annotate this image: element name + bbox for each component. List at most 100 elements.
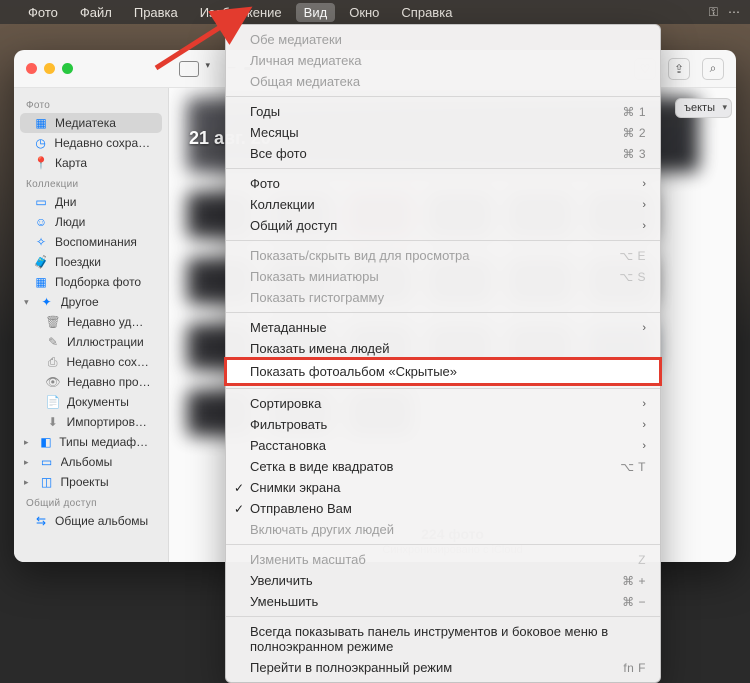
menu-item[interactable]: Расстановка › — [226, 435, 660, 456]
shared-icon: ⇆ — [34, 514, 48, 528]
menu-separator — [226, 616, 660, 617]
sidebar-section-shared: Общий доступ — [14, 492, 168, 511]
aspect-button[interactable] — [179, 61, 199, 77]
sidebar-item-map[interactable]: 📍Карта — [20, 153, 162, 173]
view-menu-dropdown: Обе медиатекиЛичная медиатекаОбщая медиа… — [225, 24, 661, 683]
menu-item-label: Показать/скрыть вид для просмотра — [250, 248, 469, 263]
menu-item-label: Все фото — [250, 146, 307, 161]
menu-view[interactable]: Вид — [296, 3, 336, 22]
memories-icon: ✧ — [34, 235, 48, 249]
sidebar-item-recently-saved2[interactable]: ⎙Недавно сохр… — [20, 352, 162, 372]
menu-shortcut: ⌥ T — [620, 460, 646, 474]
chevron-right-icon: › — [642, 419, 646, 431]
menu-item[interactable]: Годы⌘ 1 — [226, 101, 660, 122]
menu-item-label: Фото — [250, 176, 280, 191]
suitcase-icon: 🧳 — [34, 255, 48, 269]
library-icon: ▦ — [34, 116, 48, 130]
menu-separator — [226, 168, 660, 169]
share-button[interactable]: ⇪ — [668, 58, 690, 80]
menu-item[interactable]: Всегда показывать панель инструментов и … — [226, 621, 660, 657]
menu-item[interactable]: Показать имена людей — [226, 338, 660, 359]
sidebar-item-shared-albums[interactable]: ⇆Общие альбомы — [20, 511, 162, 531]
menu-item[interactable]: Фильтровать › — [226, 414, 660, 435]
menu-item[interactable]: ✓Отправлено Вам — [226, 498, 660, 519]
window-minimize-button[interactable] — [44, 63, 55, 74]
sidebar-item-albums[interactable]: ▸▭Альбомы — [20, 452, 162, 472]
sidebar-item-illustrations[interactable]: ✎Иллюстрации — [20, 332, 162, 352]
menu-window[interactable]: Окно — [341, 3, 387, 22]
window-maximize-button[interactable] — [62, 63, 73, 74]
menu-item: Показать миниатюры⌥ S — [226, 266, 660, 287]
menu-item-label: Годы — [250, 104, 280, 119]
search-button[interactable]: ⌕ — [702, 58, 724, 80]
menu-item: Личная медиатека — [226, 50, 660, 71]
menu-item[interactable]: Фото › — [226, 173, 660, 194]
sidebar-item-people[interactable]: ☺Люди — [20, 212, 162, 232]
menu-item[interactable]: Сортировка› — [226, 393, 660, 414]
menu-image[interactable]: Изображение — [192, 3, 290, 22]
objects-filter-pill[interactable]: ъекты — [675, 98, 732, 118]
menu-shortcut: ⌥ E — [619, 249, 646, 263]
sidebar-item-recently-viewed[interactable]: 👁Недавно прос… — [20, 372, 162, 392]
menu-item: Включать других людей — [226, 519, 660, 540]
menu-separator — [226, 544, 660, 545]
key-icon[interactable]: ⚿ — [709, 5, 718, 20]
menu-shortcut: ⌘ 2 — [622, 126, 646, 140]
trash-icon: 🗑 — [46, 315, 60, 329]
menu-item-label: Фильтровать — [250, 417, 327, 432]
menu-item: Показать/скрыть вид для просмотра ⌥ E — [226, 245, 660, 266]
menu-item[interactable]: ✓Снимки экрана — [226, 477, 660, 498]
sidebar-item-media-types[interactable]: ▸◧Типы медиафай… — [20, 432, 162, 452]
people-icon: ☺ — [34, 215, 48, 229]
menu-item-label: Показать гистограмму — [250, 290, 384, 305]
menu-item[interactable]: Увеличить⌘ + — [226, 570, 660, 591]
menu-file[interactable]: Файл — [72, 3, 120, 22]
menu-shortcut: ⌘ − — [622, 595, 646, 609]
menu-item-label: Увеличить — [250, 573, 313, 588]
doc-icon: 📄 — [46, 395, 60, 409]
menu-item: Показать гистограмму — [226, 287, 660, 308]
menu-item[interactable]: Уменьшить ⌘ − — [226, 591, 660, 612]
sidebar-item-trips[interactable]: 🧳Поездки — [20, 252, 162, 272]
chevron-right-icon: › — [642, 178, 646, 190]
menu-item-label: Метаданные — [250, 320, 327, 335]
sidebar-item-documents[interactable]: 📄Документы — [20, 392, 162, 412]
menu-item[interactable]: Показать фотоальбом «Скрытые» — [226, 359, 660, 384]
chevron-right-icon: › — [642, 199, 646, 211]
menu-item[interactable]: Коллекции› — [226, 194, 660, 215]
sidebar-item-recently-saved[interactable]: ◷Недавно сохран… — [20, 133, 162, 153]
menubar-more-icon[interactable]: ⋯ — [728, 5, 740, 19]
menu-item[interactable]: Сетка в виде квадратов⌥ T — [226, 456, 660, 477]
chevron-right-icon: › — [642, 440, 646, 452]
menu-app[interactable]: Фото — [20, 3, 66, 22]
sidebar-item-featured[interactable]: ▦Подборка фото — [20, 272, 162, 292]
sidebar-item-library[interactable]: ▦Медиатека — [20, 113, 162, 133]
menu-item[interactable]: Все фото⌘ 3 — [226, 143, 660, 164]
menu-item: Общая медиатека — [226, 71, 660, 92]
check-icon: ✓ — [234, 502, 244, 516]
sidebar-item-recently-deleted[interactable]: 🗑Недавно уд… — [20, 312, 162, 332]
sidebar-item-days[interactable]: ▭Дни — [20, 192, 162, 212]
menu-edit[interactable]: Правка — [126, 3, 186, 22]
menu-item[interactable]: Месяцы ⌘ 2 — [226, 122, 660, 143]
menu-item-label: Уменьшить — [250, 594, 318, 609]
menu-item-label: Расстановка — [250, 438, 326, 453]
sidebar-item-imported[interactable]: ⬇Импортировано — [20, 412, 162, 432]
menu-item-label: Показать имена людей — [250, 341, 389, 356]
albums-icon: ▭ — [40, 455, 54, 469]
menu-shortcut: Z — [638, 553, 646, 567]
sidebar-item-projects[interactable]: ▸◫Проекты — [20, 472, 162, 492]
menu-item-label: Месяцы — [250, 125, 299, 140]
menu-item[interactable]: Общий доступ› — [226, 215, 660, 236]
sidebar-item-memories[interactable]: ✧Воспоминания — [20, 232, 162, 252]
menu-item[interactable]: Метаданные› — [226, 317, 660, 338]
menu-item: Изменить масштабZ — [226, 549, 660, 570]
menu-item-label: Снимки экрана — [250, 480, 341, 495]
window-close-button[interactable] — [26, 63, 37, 74]
menu-item[interactable]: Перейти в полноэкранный режимfn F — [226, 657, 660, 678]
sidebar-item-other[interactable]: ▸✦Другое — [20, 292, 162, 312]
menu-item-label: Личная медиатека — [250, 53, 362, 68]
projects-icon: ◫ — [40, 475, 54, 489]
menu-item-label: Сортировка — [250, 396, 321, 411]
menu-help[interactable]: Справка — [393, 3, 460, 22]
